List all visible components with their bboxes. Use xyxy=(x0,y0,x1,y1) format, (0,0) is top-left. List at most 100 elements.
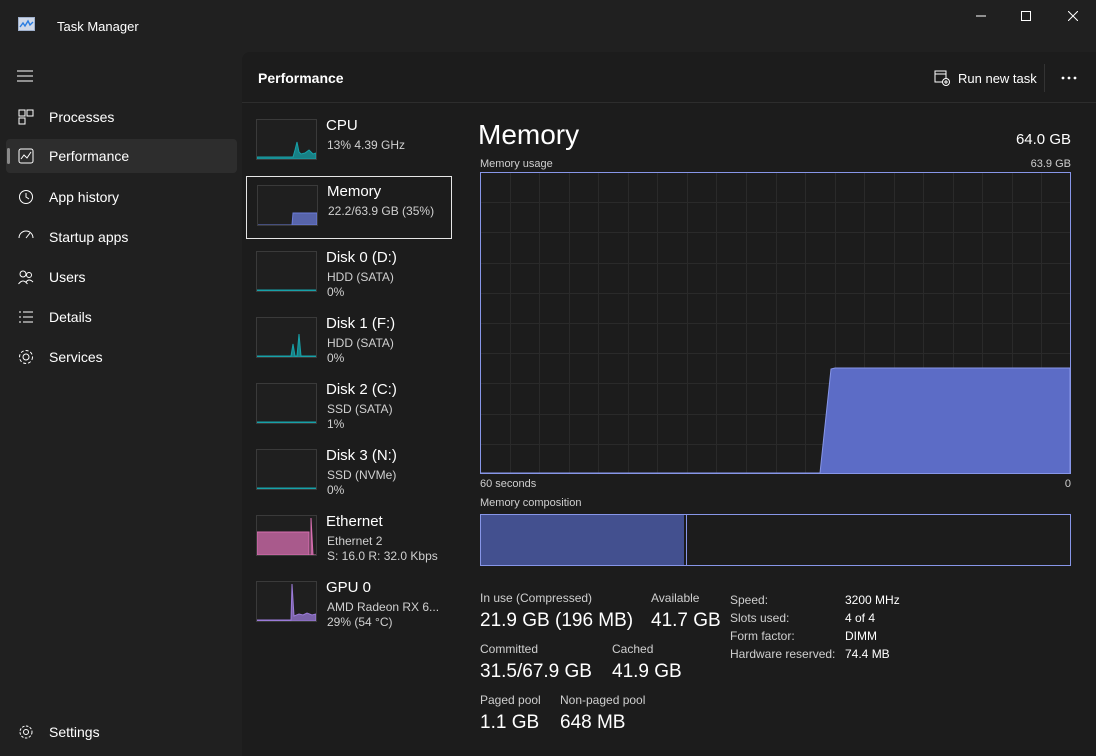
device-usage: 29% (54 °C) xyxy=(327,615,393,629)
services-icon xyxy=(18,349,34,365)
minimize-button[interactable] xyxy=(958,0,1004,32)
title-bar xyxy=(0,0,1096,52)
device-item-disk-0-d[interactable]: Disk 0 (D:) HDD (SATA) 0% xyxy=(246,243,450,304)
device-item-cpu[interactable]: CPU 13% 4.39 GHz xyxy=(246,111,450,172)
device-usage: 0% xyxy=(327,351,345,365)
processes-icon xyxy=(18,109,34,125)
in-use-label: In use (Compressed) xyxy=(480,591,593,605)
thumbnail-area xyxy=(257,421,316,423)
more-options-icon[interactable] xyxy=(1060,70,1078,86)
device-item-memory[interactable]: Memory 22.2/63.9 GB (35%) xyxy=(246,176,452,239)
slots-label: Slots used: xyxy=(730,611,790,625)
sidebar-item-services[interactable]: Services xyxy=(6,340,237,374)
sidebar-item-label: Users xyxy=(49,269,86,285)
cached-label: Cached xyxy=(612,642,654,656)
nonpaged-pool-value: 648 MB xyxy=(560,712,626,733)
available-value: 41.7 GB xyxy=(651,610,721,631)
run-task-label: Run new task xyxy=(958,70,1037,86)
composition-in-use xyxy=(481,515,684,565)
device-thumbnail-graph xyxy=(256,383,317,424)
time-axis-right: 0 xyxy=(1064,478,1071,490)
sidebar-item-label: Performance xyxy=(49,148,130,164)
device-name: Ethernet xyxy=(326,513,383,530)
sidebar-item-label: Processes xyxy=(49,109,115,125)
memory-composition-label: Memory composition xyxy=(480,497,582,509)
device-subtitle: SSD (SATA) xyxy=(327,402,393,416)
thumbnail-area xyxy=(257,141,316,159)
task-manager-logo-icon xyxy=(18,17,35,31)
committed-value: 31.5/67.9 GB xyxy=(480,661,592,682)
form-factor-label: Form factor: xyxy=(730,629,795,643)
sidebar-item-label: Startup apps xyxy=(49,229,129,245)
cached-value: 41.9 GB xyxy=(612,661,682,682)
sidebar-item-label: Details xyxy=(49,309,92,325)
device-thumbnail-graph xyxy=(256,251,317,292)
hamburger-menu-icon[interactable] xyxy=(17,69,33,83)
memory-usage-graph xyxy=(480,172,1071,474)
device-name: Disk 1 (F:) xyxy=(326,315,396,332)
device-usage: 0% xyxy=(327,285,345,299)
device-item-ethernet[interactable]: Ethernet Ethernet 2 S: 16.0 R: 32.0 Kbps xyxy=(246,507,450,568)
device-thumbnail-graph xyxy=(256,449,317,490)
device-item-gpu-0[interactable]: GPU 0 AMD Radeon RX 6... 29% (54 °C) xyxy=(246,573,450,634)
device-subtitle: AMD Radeon RX 6... xyxy=(327,600,440,614)
device-item-disk-3-n[interactable]: Disk 3 (N:) SSD (NVMe) 0% xyxy=(246,441,450,502)
history-icon xyxy=(18,189,34,205)
device-thumbnail-graph xyxy=(256,581,317,622)
in-use-value: 21.9 GB (196 MB) xyxy=(480,610,634,631)
speed-value: 3200 MHz xyxy=(845,593,900,607)
device-name: Memory xyxy=(327,183,382,200)
time-axis-left: 60 seconds xyxy=(480,478,537,490)
nonpaged-pool-label: Non-paged pool xyxy=(560,693,646,707)
committed-label: Committed xyxy=(480,642,539,656)
close-button[interactable] xyxy=(1050,0,1096,32)
slots-value: 4 of 4 xyxy=(845,611,876,625)
page-title: Performance xyxy=(258,70,344,86)
thumbnail-area xyxy=(257,289,316,291)
paged-pool-value: 1.1 GB xyxy=(480,712,540,733)
device-subtitle: Ethernet 2 xyxy=(327,534,383,548)
device-item-disk-1-f[interactable]: Disk 1 (F:) HDD (SATA) 0% xyxy=(246,309,450,370)
memory-total: 64.0 GB xyxy=(1015,131,1071,148)
device-usage: 0% xyxy=(327,483,345,497)
window-title: Task Manager xyxy=(57,19,139,34)
available-label: Available xyxy=(651,591,700,605)
startup-icon xyxy=(18,229,34,245)
device-name: Disk 0 (D:) xyxy=(326,249,397,266)
device-subtitle: 22.2/63.9 GB (35%) xyxy=(328,204,435,218)
device-usage: 1% xyxy=(327,417,345,431)
memory-usage-label: Memory usage xyxy=(480,158,553,170)
device-name: GPU 0 xyxy=(326,579,372,596)
run-new-task-button[interactable]: Run new task xyxy=(934,70,1037,86)
device-thumbnail-graph xyxy=(256,515,317,556)
sidebar-item-label: Settings xyxy=(49,724,100,740)
sidebar-item-processes[interactable]: Processes xyxy=(6,100,237,134)
device-subtitle: 13% 4.39 GHz xyxy=(327,138,406,152)
device-item-disk-2-c[interactable]: Disk 2 (C:) SSD (SATA) 1% xyxy=(246,375,450,436)
maximize-button[interactable] xyxy=(1003,0,1049,32)
sidebar-item-details[interactable]: Details xyxy=(6,300,237,334)
header-separator xyxy=(242,102,1096,103)
form-factor-value: DIMM xyxy=(845,629,877,643)
device-name: Disk 3 (N:) xyxy=(326,447,397,464)
device-usage: S: 16.0 R: 32.0 Kbps xyxy=(327,549,438,563)
thumbnail-area xyxy=(257,583,316,621)
sidebar-item-startup-apps[interactable]: Startup apps xyxy=(6,220,237,254)
spec-values: 3200 MHz 4 of 4 DIMM 74.4 MB xyxy=(845,591,900,663)
memory-composition-bar xyxy=(480,514,1071,566)
device-name: Disk 2 (C:) xyxy=(326,381,397,398)
thumbnail-area xyxy=(257,487,316,489)
header-divider xyxy=(1044,64,1045,92)
thumbnail-area xyxy=(257,517,316,555)
sidebar-item-label: App history xyxy=(49,189,120,205)
sidebar-item-performance[interactable]: Performance xyxy=(6,139,237,173)
paged-pool-label: Paged pool xyxy=(480,693,541,707)
sidebar-item-app-history[interactable]: App history xyxy=(6,180,237,214)
device-subtitle: HDD (SATA) xyxy=(327,270,394,284)
sidebar-item-users[interactable]: Users xyxy=(6,260,237,294)
details-icon xyxy=(18,309,34,325)
speed-label: Speed: xyxy=(730,593,769,607)
active-indicator xyxy=(7,148,10,164)
spec-labels: Speed: Slots used: Form factor: Hardware… xyxy=(730,591,835,663)
sidebar-item-settings[interactable]: Settings xyxy=(6,715,237,749)
